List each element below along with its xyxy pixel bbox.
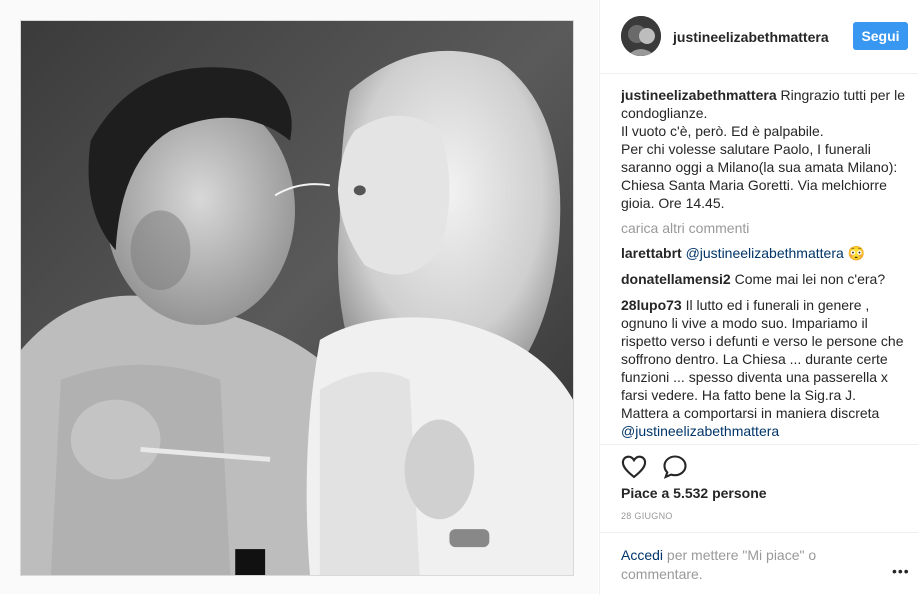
- login-prompt: Accedi per mettere "Mi piace" o commenta…: [600, 532, 918, 594]
- login-link[interactable]: Accedi: [621, 547, 663, 563]
- follow-button[interactable]: Segui: [853, 22, 908, 50]
- comment-item: donatellamensi2 Come mai lei non c'era?: [621, 270, 906, 288]
- comment-mention[interactable]: @justineelizabethmattera: [686, 245, 844, 261]
- post-actions: Piace a 5.532 persone 28 GIUGNO: [600, 444, 918, 544]
- comment-bubble-icon[interactable]: [661, 453, 689, 481]
- post-sidebar: justineelizabethmattera Segui justineeli…: [599, 0, 918, 594]
- comment-mention[interactable]: @justineelizabethmattera: [621, 423, 779, 439]
- comments-list: justineelizabethmattera Ringrazio tutti …: [621, 86, 906, 444]
- comment-username[interactable]: 28lupo73: [621, 297, 682, 313]
- comment-item: larettabrt @justineelizabethmattera 😳: [621, 244, 906, 262]
- comment-username[interactable]: donatellamensi2: [621, 271, 731, 287]
- comment-username[interactable]: larettabrt: [621, 245, 682, 261]
- caption-line: Per chi volesse salutare Paolo, I funera…: [621, 141, 898, 211]
- comment-item: 28lupo73 Il lutto ed i funerali in gener…: [621, 296, 906, 440]
- caption: justineelizabethmattera Ringrazio tutti …: [621, 86, 906, 212]
- post-photo-image: [21, 21, 573, 575]
- post-date: 28 GIUGNO: [621, 511, 673, 521]
- post-header: justineelizabethmattera Segui: [600, 0, 918, 74]
- post-photo[interactable]: [20, 20, 574, 576]
- header-username[interactable]: justineelizabethmattera: [673, 29, 829, 45]
- comment-text: Il lutto ed i funerali in genere , ognun…: [621, 297, 904, 421]
- avatar[interactable]: [621, 16, 661, 56]
- likes-count[interactable]: Piace a 5.532 persone: [621, 485, 767, 501]
- login-text: Accedi per mettere "Mi piace" o commenta…: [621, 546, 861, 584]
- post-media-pane: [0, 0, 598, 594]
- comment-text: 😳: [843, 245, 866, 261]
- caption-username[interactable]: justineelizabethmattera: [621, 87, 777, 103]
- load-more-comments-link[interactable]: carica altri commenti: [621, 219, 906, 237]
- avatar-image: [621, 16, 661, 56]
- caption-line: Il vuoto c'è, però. Ed è palpabile.: [621, 123, 824, 139]
- comment-text: Come mai lei non c'era?: [734, 271, 886, 287]
- more-options-icon[interactable]: •••: [892, 563, 910, 579]
- heart-icon[interactable]: [620, 453, 648, 481]
